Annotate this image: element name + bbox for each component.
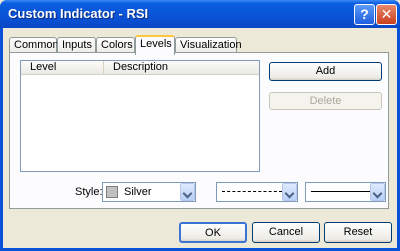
line-style-select[interactable] (216, 182, 298, 202)
solid-line-icon (311, 191, 371, 192)
color-swatch (106, 186, 118, 198)
column-header-description[interactable]: Description (103, 61, 259, 75)
help-icon: ? (360, 6, 369, 22)
tab-levels[interactable]: Levels (135, 35, 175, 55)
tab-common[interactable]: Common (9, 37, 59, 53)
tab-inputs[interactable]: Inputs (57, 37, 96, 53)
chevron-down-icon[interactable] (180, 183, 195, 201)
column-header-level[interactable]: Level (21, 61, 103, 75)
close-button[interactable]: ✕ (376, 4, 397, 25)
dialog-client: Common Inputs Colors Levels Visualizatio… (3, 28, 397, 248)
title-bar[interactable]: Custom Indicator - RSI ? ✕ (0, 0, 400, 28)
close-icon: ✕ (380, 6, 393, 22)
cancel-button[interactable]: Cancel (252, 222, 320, 243)
levels-panel: Level Description Add Delete Style: Silv… (9, 52, 389, 209)
color-value: Silver (124, 186, 152, 198)
help-button[interactable]: ? (354, 4, 375, 25)
levels-list[interactable]: Level Description (20, 60, 260, 172)
chevron-down-icon[interactable] (282, 183, 297, 201)
tab-colors[interactable]: Colors (96, 37, 135, 53)
ok-button[interactable]: OK (179, 222, 247, 243)
delete-button[interactable]: Delete (269, 92, 382, 110)
line-width-select[interactable] (305, 182, 386, 202)
tab-visualization[interactable]: Visualization (175, 37, 242, 53)
add-button[interactable]: Add (269, 62, 382, 81)
style-label: Style: (75, 186, 103, 198)
dashed-line-icon (222, 191, 282, 192)
chevron-down-icon[interactable] (370, 183, 385, 201)
window-title: Custom Indicator - RSI (8, 6, 149, 21)
dialog-window: Custom Indicator - RSI ? ✕ Common Inputs… (0, 0, 400, 251)
reset-button[interactable]: Reset (324, 222, 392, 243)
color-select[interactable]: Silver (102, 182, 196, 202)
